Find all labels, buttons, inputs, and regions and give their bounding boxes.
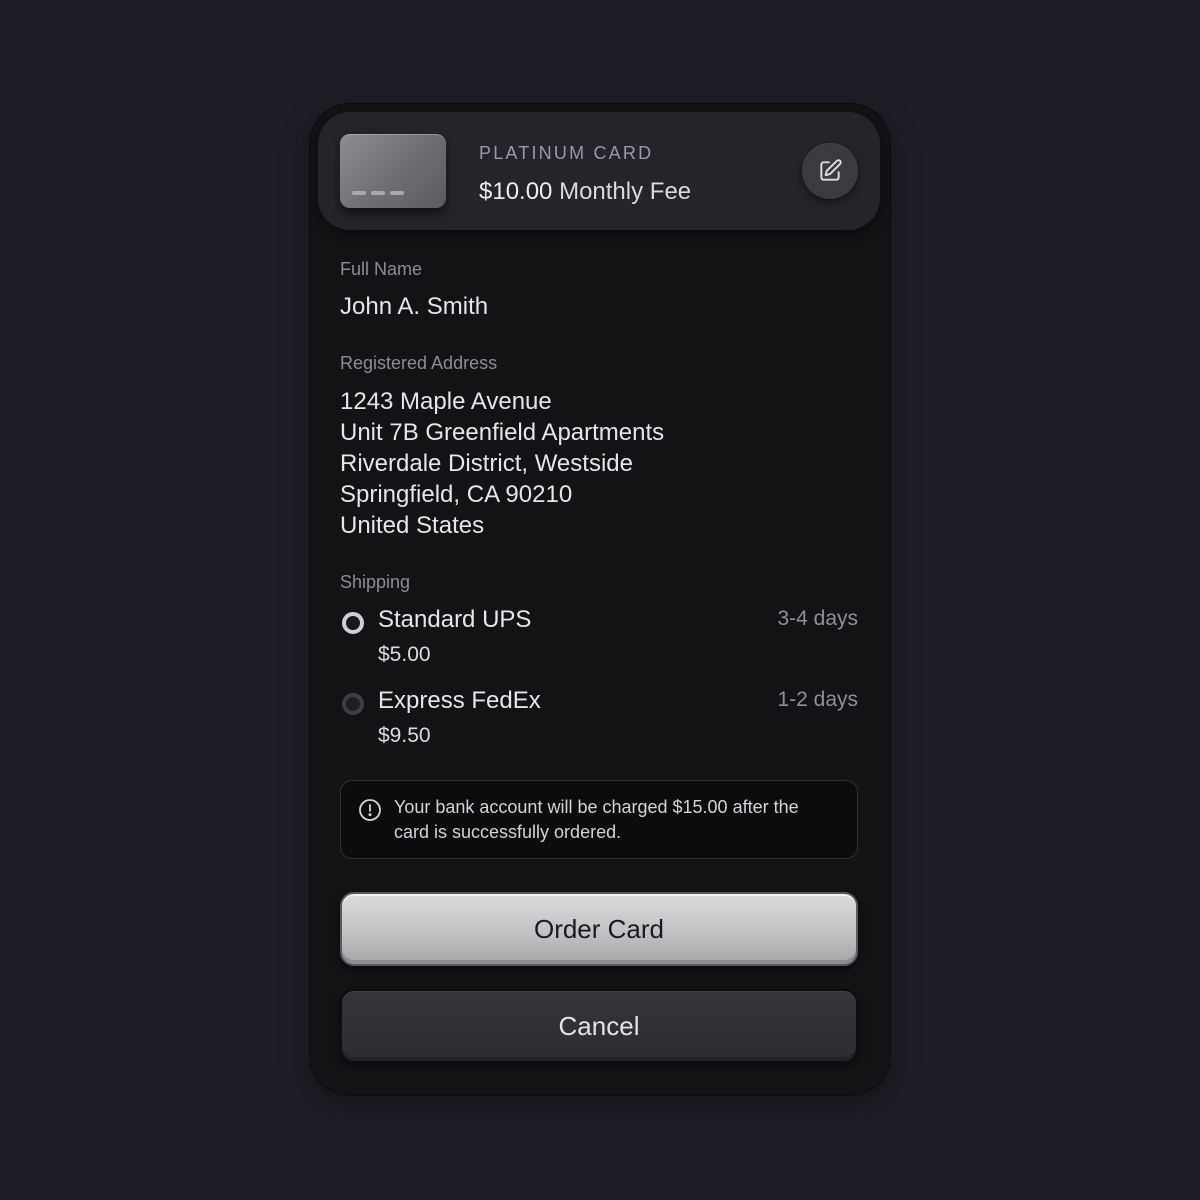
card-thumbnail-dash xyxy=(390,191,404,195)
shipping-option-price: $5.00 xyxy=(378,643,431,666)
edit-card-button[interactable] xyxy=(802,143,858,199)
charge-notice-text: Your bank account will be charged $15.00… xyxy=(394,797,799,842)
card-thumbnail-dash xyxy=(371,191,385,195)
address-label: Registered Address xyxy=(340,353,498,373)
charge-notice: Your bank account will be charged $15.00… xyxy=(340,780,858,859)
full-name-label: Full Name xyxy=(340,259,423,279)
full-name-value: John A. Smith xyxy=(340,293,489,320)
shipping-option-standard-ups[interactable]: Standard UPS $5.00 3-4 days xyxy=(340,606,858,676)
shipping-option-express-fedex[interactable]: Express FedEx $9.50 1-2 days xyxy=(340,687,858,757)
shipping-option-name: Standard UPS xyxy=(378,606,532,633)
cancel-button[interactable]: Cancel xyxy=(340,989,858,1063)
card-thumbnail xyxy=(340,134,446,208)
card-fee-label: Monthly Fee xyxy=(559,178,692,205)
order-card-panel: PLATINUM CARD $10.00 Monthly Fee Full Na… xyxy=(310,104,890,1095)
card-summary-header: PLATINUM CARD $10.00 Monthly Fee xyxy=(318,112,880,230)
order-card-button[interactable]: Order Card xyxy=(340,892,858,966)
shipping-option-price: $9.50 xyxy=(378,724,431,747)
card-fee-amount: $10.00 xyxy=(479,178,553,205)
address-value: 1243 Maple Avenue Unit 7B Greenfield Apa… xyxy=(340,386,664,541)
shipping-option-time: 3-4 days xyxy=(777,607,858,630)
shipping-option-name: Express FedEx xyxy=(378,687,541,714)
shipping-radio-selected[interactable] xyxy=(342,612,364,634)
address-line: United States xyxy=(340,512,485,539)
address-line: Springfield, CA 90210 xyxy=(340,481,573,508)
address-line: Unit 7B Greenfield Apartments xyxy=(340,419,665,446)
edit-pencil-icon xyxy=(820,159,842,181)
card-thumbnail-dash xyxy=(352,191,366,195)
card-type-label: PLATINUM CARD xyxy=(479,143,654,163)
shipping-radio-unselected[interactable] xyxy=(342,693,364,715)
card-monthly-fee: $10.00 Monthly Fee xyxy=(479,178,691,206)
address-line: 1243 Maple Avenue xyxy=(340,388,552,415)
shipping-option-time: 1-2 days xyxy=(777,688,858,711)
info-circle-icon xyxy=(359,799,381,821)
shipping-label: Shipping xyxy=(340,572,411,592)
address-line: Riverdale District, Westside xyxy=(340,450,633,477)
